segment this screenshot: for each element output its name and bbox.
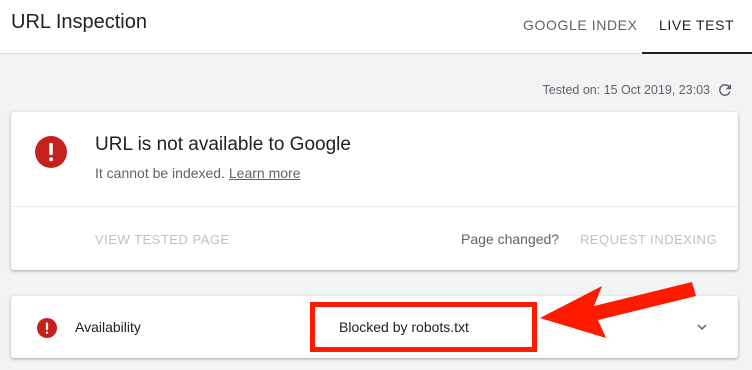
status-card: URL is not available to Google It cannot… bbox=[11, 112, 738, 270]
request-indexing-button[interactable]: REQUEST INDEXING bbox=[580, 232, 717, 247]
card-divider bbox=[11, 206, 738, 207]
learn-more-link[interactable]: Learn more bbox=[229, 165, 301, 181]
tested-timestamp: Tested on: 15 Oct 2019, 23:03 bbox=[542, 83, 710, 97]
status-subtext-label: It cannot be indexed. bbox=[95, 165, 225, 181]
active-tab-indicator bbox=[642, 52, 752, 54]
error-icon bbox=[37, 318, 57, 338]
tab-google-index[interactable]: GOOGLE INDEX bbox=[523, 17, 638, 33]
status-subtext: It cannot be indexed. Learn more bbox=[95, 165, 300, 181]
page-changed-label: Page changed? bbox=[461, 231, 560, 247]
tab-live-test[interactable]: LIVE TEST bbox=[659, 17, 734, 33]
top-bar: URL Inspection GOOGLE INDEX LIVE TEST bbox=[0, 0, 752, 54]
availability-value: Blocked by robots.txt bbox=[339, 319, 469, 335]
error-icon bbox=[35, 136, 67, 168]
availability-row[interactable]: Availability Blocked by robots.txt bbox=[11, 296, 738, 358]
status-heading: URL is not available to Google bbox=[95, 134, 351, 155]
chevron-down-icon[interactable] bbox=[693, 318, 711, 336]
availability-label: Availability bbox=[75, 319, 141, 335]
page-title: URL Inspection bbox=[11, 11, 147, 33]
view-tested-page-button[interactable]: VIEW TESTED PAGE bbox=[95, 232, 230, 247]
refresh-icon[interactable] bbox=[716, 81, 734, 99]
